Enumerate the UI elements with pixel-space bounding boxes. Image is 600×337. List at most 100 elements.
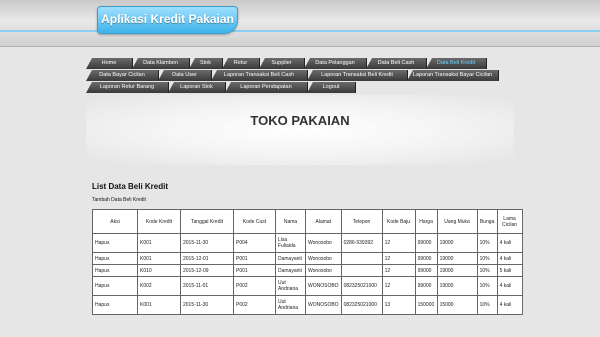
cell-kode-kredit: K002 [137,276,181,296]
table-row: Hapus K001 2015-11-30 P002 Uut Andriana … [92,295,523,315]
menu-item-data-user[interactable]: Data User [158,70,212,81]
menu-item-data-bayar-cicilan[interactable]: Data Bayar Cicilan [86,70,159,81]
col-header-kode-baju: Kode Baju [381,209,416,234]
cell-kode-cust: P002 [233,295,276,315]
table-row: Hapus K002 2015-11-01 P002 Uut Andriana … [92,276,523,296]
cell-alamat: Wonosobo [305,264,342,277]
cell-kode-baju: 12 [381,276,416,296]
top-header-bar: Aplikasi Kredit Pakaian [0,0,600,47]
cell-kode-kredit: K001 [137,252,181,265]
menu-item-logout[interactable]: Logout [307,82,356,93]
cell-uang-muka: 19000 [436,276,478,296]
col-header-tanggal-kredit: Tanggal Kredit [180,209,234,234]
col-header-uang-muka: Uang Muka [436,209,478,234]
credit-purchase-table: Aksi Kode Kredit Tanggal Kredit Kode Cus… [92,209,523,315]
store-name: TOKO PAKAIAN [250,113,350,128]
cell-kode-kredit: K010 [137,264,181,277]
menu-item-laporan-beli-kredit[interactable]: Laporan Transaksi Beli Kredit [307,70,408,81]
cell-tanggal-kredit: 2015-11-30 [180,233,234,253]
cell-uang-muka: 19000 [436,233,478,253]
cell-tanggal-kredit: 2015-11-01 [180,276,234,296]
cell-harga: 99000 [414,252,438,265]
cell-harga: 99000 [414,276,438,296]
menu-item-laporan-bayar-cicilan[interactable]: Laporan Transaksi Bayar Cicilan [407,70,499,81]
cell-kode-baju: 12 [381,264,416,277]
cell-telepon: 082325021000 [340,276,383,296]
cell-lama-cicilan: 4 kali [496,252,523,265]
cell-uang-muka: 15000 [436,295,478,315]
cell-uang-muka: 19000 [436,252,478,265]
table-row: Hapus K010 2015-12-09 P001 Damayanti Won… [92,264,523,277]
app-title: Aplikasi Kredit Pakaian [101,12,234,26]
menu-item-laporan-beli-cash[interactable]: Laporan Transaksi Beli Cash [211,70,308,81]
cell-nama: Damayanti [275,264,306,277]
cell-kode-cust: P002 [233,276,276,296]
cell-bunga: 10% [476,295,498,315]
delete-link[interactable]: Hapus [92,264,138,277]
cell-kode-kredit: K001 [137,295,181,315]
col-header-alamat: Alamat [305,209,342,234]
cell-alamat: WONOSOBO [305,276,342,296]
cell-kode-cust: P001 [233,252,276,265]
cell-lama-cicilan: 5 kali [496,264,523,277]
add-credit-purchase-link[interactable]: Tambah Data Beli Kredit [92,197,146,203]
menu-item-retur[interactable]: Retur [222,58,260,69]
menu-item-laporan-pendapatan[interactable]: Laporan Pendapatan [225,82,308,93]
cell-kode-cust: P001 [233,264,276,277]
col-header-telepon: Telepon [340,209,383,234]
cell-harga: 150000 [414,295,438,315]
menu-item-home[interactable]: Home [86,58,133,69]
menu-row-3: Laporan Retur Barang Laporan Stok Lapora… [86,82,506,94]
cell-kode-cust: P004 [233,233,276,253]
main-menu: Home Data Klamben Stok Retur Supplier Da… [86,58,506,94]
cell-harga: 99000 [414,264,438,277]
menu-item-data-beli-kredit[interactable]: Data Beli Kredit [426,58,487,69]
menu-item-data-klamben[interactable]: Data Klamben [132,58,190,69]
cell-uang-muka: 19000 [436,264,478,277]
cell-lama-cicilan: 4 kali [496,276,523,296]
menu-row-2: Data Bayar Cicilan Data User Laporan Tra… [86,70,506,82]
cell-tanggal-kredit: 2015-12-01 [180,252,234,265]
menu-item-laporan-retur-barang[interactable]: Laporan Retur Barang [86,82,169,93]
cell-kode-baju: 12 [381,252,416,265]
menu-item-data-pelanggan[interactable]: Data Pelanggan [304,58,367,69]
menu-item-supplier[interactable]: Supplier [259,58,305,69]
cell-telepon [340,264,383,277]
col-header-kode-kredit: Kode Kredit [137,209,181,234]
table-row: Hapus K001 2015-11-30 P004 Lisa Fuliaida… [92,233,523,253]
cell-bunga: 10% [476,276,498,296]
cell-tanggal-kredit: 2015-11-30 [180,295,234,315]
delete-link[interactable]: Hapus [92,276,138,296]
cell-tanggal-kredit: 2015-12-09 [180,264,234,277]
cell-telepon: 082325021000 [340,295,383,315]
cell-alamat: Wonosobo [305,233,342,253]
cell-nama: Damayanti [275,252,306,265]
col-header-harga: Harga [414,209,438,234]
page-title: List Data Beli Kredit [92,182,169,191]
cell-kode-baju: 13 [381,295,416,315]
menu-item-laporan-stok[interactable]: Laporan Stok [168,82,226,93]
cell-harga: 99000 [414,233,438,253]
header-accent-line [0,30,600,32]
cell-kode-baju: 12 [381,233,416,253]
cell-lama-cicilan: 4 kali [496,233,523,253]
cell-bunga: 10% [476,264,498,277]
cell-telepon: 0286-939392 [340,233,383,253]
delete-link[interactable]: Hapus [92,295,138,315]
delete-link[interactable]: Hapus [92,233,138,253]
cell-telepon [340,252,383,265]
cell-bunga: 10% [476,233,498,253]
col-header-bunga: Bunga [476,209,498,234]
col-header-nama: Nama [275,209,306,234]
cell-nama: Lisa Fuliaida [275,233,306,253]
cell-nama: Uut Andriana [275,295,306,315]
cell-nama: Uut Andriana [275,276,306,296]
menu-item-data-beli-cash[interactable]: Data Beli Cash [366,58,427,69]
menu-row-1: Home Data Klamben Stok Retur Supplier Da… [86,58,496,70]
cell-alamat: Wonosobo [305,252,342,265]
cell-lama-cicilan: 4 kali [496,295,523,315]
delete-link[interactable]: Hapus [92,252,138,265]
menu-item-stok[interactable]: Stok [189,58,223,69]
cell-alamat: WONOSOBO [305,295,342,315]
col-header-kode-cust: Kode Cust [233,209,276,234]
